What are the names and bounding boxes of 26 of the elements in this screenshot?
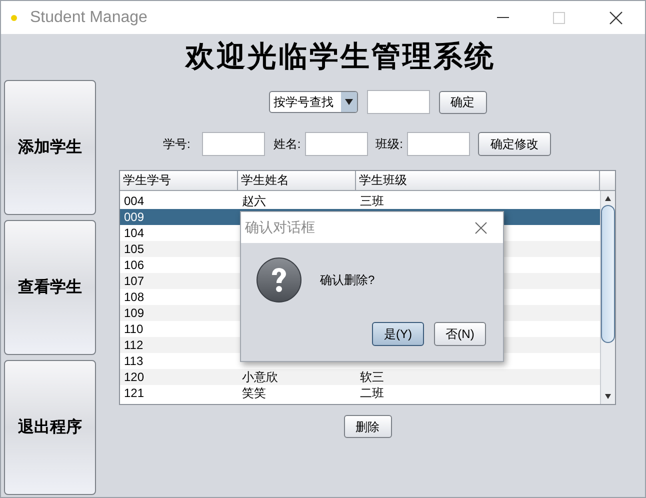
table-cell-text: 软三 bbox=[359, 369, 385, 385]
table-cell-text: 110 bbox=[123, 321, 144, 337]
window-title: Student Manage bbox=[30, 8, 148, 28]
table-cell-text: 107 bbox=[123, 273, 146, 289]
table-cell-text: 120 bbox=[123, 369, 146, 385]
dialog-title: 确认对话框 bbox=[245, 218, 315, 237]
table-cell-text: 109 bbox=[123, 305, 146, 321]
table-cell-text: 112 bbox=[123, 337, 144, 353]
table-cell-text: 106 bbox=[123, 257, 146, 273]
table-cell-text: 004 bbox=[123, 193, 146, 209]
table-cell-text: 108 bbox=[123, 289, 146, 305]
field-label: 学号: bbox=[162, 136, 190, 153]
page-heading: 欢迎光临学生管理系统 bbox=[186, 40, 496, 75]
table-cell-text: 009 bbox=[123, 209, 146, 225]
table-cell-text: 小意欣 bbox=[241, 369, 279, 385]
table-cell-text: 赵六 bbox=[241, 193, 267, 209]
table-cell-text: 105 bbox=[123, 241, 146, 257]
table-cell-text: 笑笑 bbox=[241, 385, 267, 401]
field-label: 姓名: bbox=[273, 136, 301, 153]
table-cell-text: 二班 bbox=[359, 385, 385, 401]
table-cell-text: 三班 bbox=[359, 193, 385, 209]
table-cell-text: 121 bbox=[123, 385, 146, 401]
table-cell-text: 113 bbox=[123, 353, 144, 369]
dialog-message: 确认删除? bbox=[320, 272, 375, 289]
field-label: 班级: bbox=[376, 136, 404, 153]
table-cell-text: 104 bbox=[123, 225, 146, 241]
